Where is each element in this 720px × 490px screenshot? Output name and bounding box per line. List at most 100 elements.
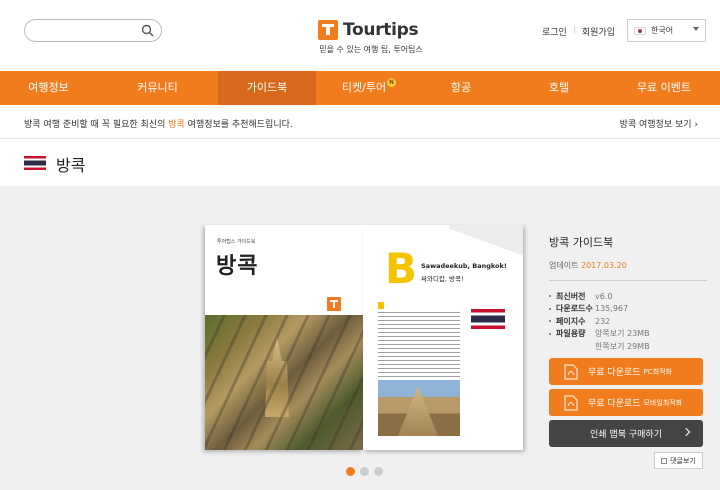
cover-title: 방콕 (216, 254, 259, 279)
language-label: 한국어 (651, 26, 674, 35)
notice-text-part: 여행정보를 추천해드립니다. (184, 120, 293, 130)
notice-text: 방콕 여행 준비할 때 꼭 필요한 최신의 방콕 여행정보를 추천해드립니다. (24, 117, 293, 130)
search-icon[interactable] (141, 24, 154, 37)
divider: | (572, 25, 576, 35)
spec-row: 다운로드수 135,967 (549, 303, 707, 316)
new-badge: N (387, 78, 396, 87)
signup-link[interactable]: 회원가입 (582, 25, 615, 38)
nav-item-flights[interactable]: 항공 (412, 71, 510, 105)
nav-item-community[interactable]: 커뮤니티 (97, 71, 218, 105)
nav-label: 호텔 (548, 81, 570, 94)
nav-label: 여행정보 (28, 81, 69, 94)
spec-value: 232 (595, 316, 611, 326)
bullet-icon (549, 307, 551, 310)
update-label: 업데이트 (549, 261, 581, 270)
nav-label: 무료 이벤트 (636, 81, 692, 94)
download-mobile-button[interactable]: 무료 다운로드 모바일최적화 (549, 389, 703, 416)
pager-dot[interactable] (360, 467, 369, 476)
search-input[interactable] (33, 23, 138, 38)
bullet-icon (549, 320, 551, 323)
spec-value: 135,967 (595, 304, 629, 314)
spec-row: 페이지수 232 (549, 315, 707, 328)
logo-icon (318, 20, 338, 40)
title-row: 방콕 (0, 139, 720, 186)
main-nav: 여행정보 커뮤니티 가이드북 티켓/투어 N 항공 호텔 무료 이벤트 (0, 71, 720, 105)
button-label: 인쇄 맵북 구매하기 (590, 430, 662, 440)
notice-highlight: 방콕 (168, 120, 185, 130)
bullet-icon (549, 332, 551, 335)
spec-label: 페이지수 (549, 316, 595, 327)
update-date: 업데이트 2017.03.20 (549, 260, 707, 271)
spec-value: 한쪽보기 29MB (595, 341, 650, 351)
nav-label: 커뮤니티 (137, 81, 178, 94)
button-label: 무료 다운로드 (588, 368, 641, 378)
page-title: 방콕 (56, 156, 86, 175)
preview-pager (346, 467, 383, 476)
nav-item-travel-info[interactable]: 여행정보 (0, 71, 97, 105)
travel-info-link[interactable]: 방콕 여행정보 보기 › (620, 117, 698, 130)
account-links: 로그인 | 회원가입 (542, 25, 615, 38)
chevron-down-icon (693, 27, 699, 31)
spec-row: 한쪽보기 29MB (549, 340, 707, 353)
spec-value: v6.0 (595, 291, 613, 301)
nav-label: 가이드북 (246, 81, 288, 94)
greeting-en: Sawadeekub, Bangkok! (421, 262, 507, 270)
view-comments-button[interactable]: 댓글보기 (654, 452, 703, 469)
greeting-kr: 싸와디캅, 방콕! (421, 275, 464, 283)
guidebook-preview[interactable]: 투어팁스 가이드북 방콕 B Sawadeekub, Bangkok! 싸와디캅… (205, 225, 523, 450)
nav-item-hotels[interactable]: 호텔 (510, 71, 608, 105)
chevron-right-icon (681, 427, 691, 437)
button-suffix: PC최적화 (643, 367, 672, 376)
pdf-icon (564, 364, 578, 379)
pager-dot[interactable] (346, 467, 355, 476)
guidebook-title: 방콕 가이드북 (549, 236, 614, 249)
bullet-icon (549, 295, 551, 298)
nav-item-guidebook[interactable]: 가이드북 (218, 71, 316, 105)
nav-label: 항공 (450, 81, 472, 94)
pdf-icon (564, 395, 578, 410)
buy-print-mapbook-button[interactable]: 인쇄 맵북 구매하기 (549, 420, 703, 447)
button-label: 댓글보기 (670, 456, 696, 465)
thailand-flag-image (471, 309, 505, 329)
download-pc-button[interactable]: 무료 다운로드 PC최적화 (549, 358, 703, 385)
nav-item-free-events[interactable]: 무료 이벤트 (608, 71, 720, 105)
update-value: 2017.03.20 (580, 261, 627, 270)
book-cover-page: 투어팁스 가이드북 방콕 (205, 225, 363, 450)
notice-bar: 방콕 여행 준비할 때 꼭 필요한 최신의 방콕 여행정보를 추천해드립니다. … (0, 105, 720, 139)
spec-label: 파일용량 (549, 328, 595, 339)
spec-value: 양쪽보기 23MB (595, 329, 650, 339)
thailand-flag-icon (24, 156, 46, 170)
button-suffix: 모바일최적화 (643, 398, 683, 407)
site-header: Tourtips 믿을 수 있는 여행 팁, 투어팁스 로그인 | 회원가입 한… (0, 0, 720, 71)
language-select[interactable]: 한국어 (627, 19, 706, 42)
guidebook-specs: 최신버전 v6.0 다운로드수 135,967 페이지수 232 파일용량 양쪽보기 2… (549, 290, 707, 353)
spec-label-text: 다운로드수 (556, 304, 593, 314)
chevron-right-icon: › (694, 120, 698, 130)
section-tag (378, 302, 384, 309)
cover-subtitle: 투어팁스 가이드북 (217, 239, 256, 245)
guidebook-showcase: 투어팁스 가이드북 방콕 B Sawadeekub, Bangkok! 싸와디캅… (0, 186, 720, 490)
spec-label: 다운로드수 (549, 303, 595, 314)
temple-photo-small (378, 380, 460, 436)
drop-cap-b: B (385, 244, 418, 293)
spec-label-text: 페이지수 (556, 316, 586, 326)
photo-texture (205, 315, 363, 450)
search-box[interactable] (24, 19, 162, 42)
temple-photo (205, 315, 363, 450)
nav-item-tickets-tours[interactable]: 티켓/투어 N (316, 71, 412, 105)
notice-text-part: 방콕 여행 준비할 때 꼭 필요한 최신의 (24, 120, 169, 130)
korea-flag-icon (634, 26, 646, 35)
button-label: 무료 다운로드 (588, 399, 641, 409)
spec-row: 파일용량 양쪽보기 23MB (549, 328, 707, 341)
travel-info-link-label: 방콕 여행정보 보기 (619, 120, 695, 130)
pager-dot[interactable] (374, 467, 383, 476)
book-inner-page: B Sawadeekub, Bangkok! 싸와디캅, 방콕! (363, 225, 523, 450)
logo-text: Tourtips (343, 20, 419, 40)
comment-icon (661, 457, 668, 464)
divider (549, 280, 707, 281)
site-logo[interactable]: Tourtips (318, 19, 428, 41)
nav-label: 티켓/투어 (341, 81, 387, 94)
login-link[interactable]: 로그인 (542, 25, 567, 38)
spec-row: 최신버전 v6.0 (549, 290, 707, 303)
spec-label-text: 최신버전 (556, 291, 586, 301)
